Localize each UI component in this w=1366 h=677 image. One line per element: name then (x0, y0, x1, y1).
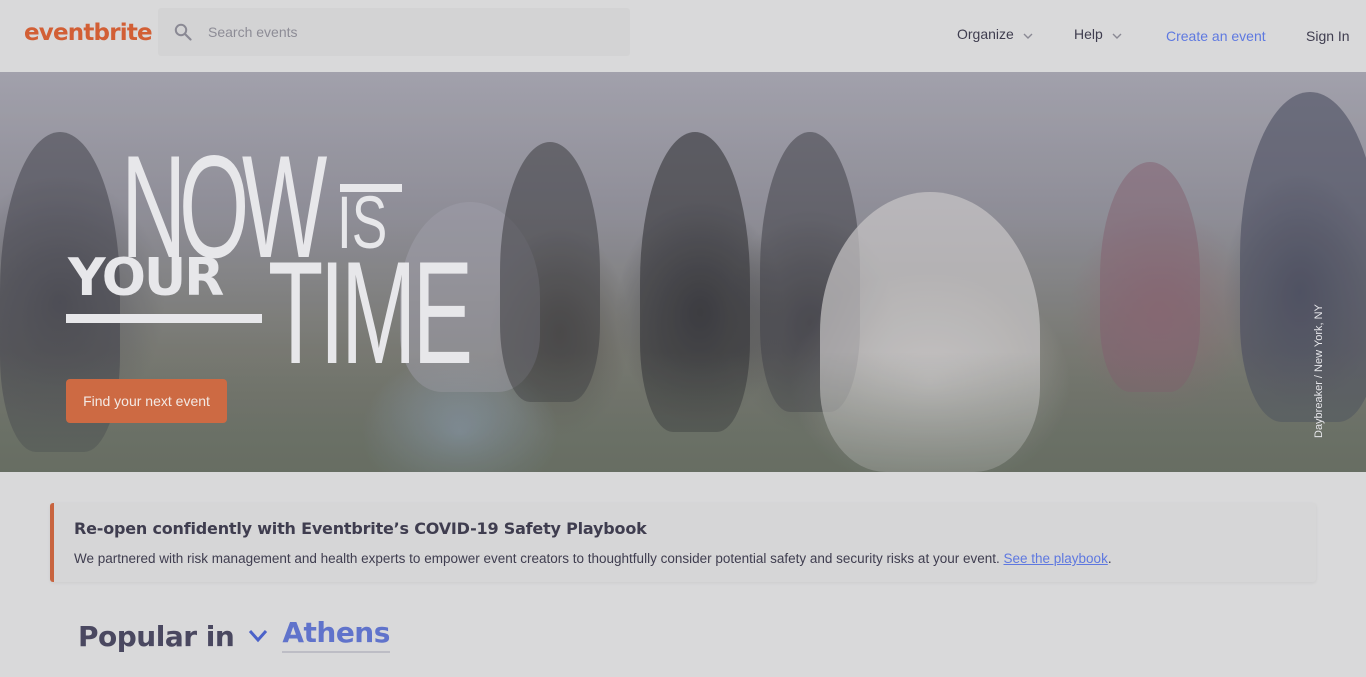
photo-credit: Daybreaker / New York, NY (1313, 304, 1325, 438)
create-event-link[interactable]: Create an event (1166, 28, 1266, 44)
banner-body: We partnered with risk management and he… (74, 551, 1004, 566)
hero-title-your: YOUR (68, 248, 224, 308)
hero-title: NOW IS YOUR TIME (66, 134, 486, 386)
find-next-event-button[interactable]: Find your next event (66, 379, 227, 423)
eventbrite-logo[interactable]: eventbrite (24, 20, 153, 46)
chevron-down-icon (1023, 33, 1033, 39)
search-icon (174, 23, 192, 41)
banner-period: . (1107, 551, 1112, 566)
nav-help-label: Help (1074, 26, 1103, 42)
see-playbook-link[interactable]: See the playbook (1003, 551, 1107, 566)
covid-safety-banner: Re-open confidently with Eventbrite’s CO… (50, 503, 1316, 582)
city-selector[interactable]: Athens (282, 616, 390, 653)
search-input[interactable] (208, 8, 608, 56)
hero-title-underline (66, 314, 262, 323)
sign-in-link[interactable]: Sign In (1306, 28, 1350, 44)
popular-in-label: Popular in (78, 620, 235, 653)
chevron-down-icon[interactable] (248, 629, 268, 643)
chevron-down-icon (1112, 33, 1122, 39)
banner-text: We partnered with risk management and he… (74, 551, 1112, 566)
hero-title-time: TIME (268, 231, 473, 394)
banner-title: Re-open confidently with Eventbrite’s CO… (74, 519, 647, 538)
nav-help-dropdown[interactable]: Help (1074, 26, 1123, 42)
nav-organize-label: Organize (957, 26, 1014, 42)
popular-in-section: Popular in Athens (78, 616, 390, 653)
nav-organize-dropdown[interactable]: Organize (957, 26, 1034, 42)
site-header: eventbrite Organize Help Create an event… (0, 0, 1366, 72)
search-box[interactable] (158, 8, 630, 56)
hero-banner: NOW IS YOUR TIME Find your next event Da… (0, 72, 1366, 472)
